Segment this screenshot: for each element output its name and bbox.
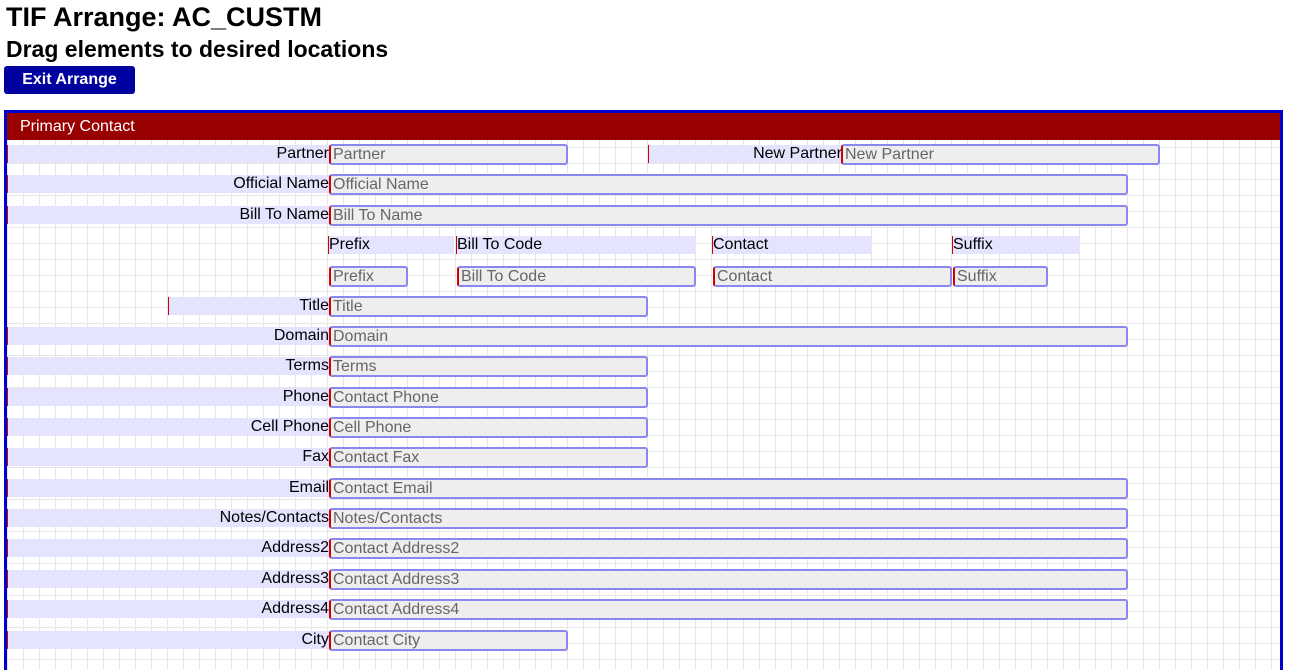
email-label[interactable]: Email bbox=[7, 479, 329, 497]
contact-label[interactable]: Contact bbox=[712, 236, 872, 254]
title-input[interactable] bbox=[329, 296, 648, 317]
page-subtitle: Drag elements to desired locations bbox=[6, 36, 389, 62]
address3-input[interactable] bbox=[329, 569, 1128, 590]
contact-input[interactable] bbox=[713, 266, 952, 287]
page-title: TIF Arrange: AC_CUSTM bbox=[6, 2, 323, 32]
bill-to-code-input[interactable] bbox=[457, 266, 696, 287]
suffix-input[interactable] bbox=[953, 266, 1048, 287]
bill-to-name-input[interactable] bbox=[329, 205, 1128, 226]
terms-label[interactable]: Terms bbox=[7, 357, 329, 375]
city-input[interactable] bbox=[329, 630, 568, 651]
fax-label[interactable]: Fax bbox=[7, 448, 329, 466]
cell-phone-label[interactable]: Cell Phone bbox=[7, 418, 329, 436]
email-input[interactable] bbox=[329, 478, 1128, 499]
address3-label[interactable]: Address3 bbox=[7, 570, 329, 588]
section-header: Primary Contact bbox=[7, 113, 1280, 140]
address4-input[interactable] bbox=[329, 599, 1128, 620]
domain-input[interactable] bbox=[329, 326, 1128, 347]
address4-label[interactable]: Address4 bbox=[7, 600, 329, 618]
prefix-input[interactable] bbox=[329, 266, 408, 287]
title-label[interactable]: Title bbox=[168, 297, 329, 315]
bill-to-name-label[interactable]: Bill To Name bbox=[7, 206, 329, 224]
suffix-label[interactable]: Suffix bbox=[952, 236, 1080, 254]
partner-input[interactable] bbox=[329, 144, 568, 165]
bill-to-code-label[interactable]: Bill To Code bbox=[456, 236, 696, 254]
prefix-label[interactable]: Prefix bbox=[328, 236, 454, 254]
official-name-input[interactable] bbox=[329, 174, 1128, 195]
notes-contacts-label[interactable]: Notes/Contacts bbox=[7, 509, 329, 527]
domain-label[interactable]: Domain bbox=[7, 327, 329, 345]
terms-input[interactable] bbox=[329, 356, 648, 377]
new-partner-input[interactable] bbox=[841, 144, 1160, 165]
arrange-panel: Primary Contact Partner New Partner Offi… bbox=[4, 110, 1283, 670]
partner-label[interactable]: Partner bbox=[7, 145, 329, 163]
cell-phone-input[interactable] bbox=[329, 417, 648, 438]
exit-arrange-button[interactable]: Exit Arrange bbox=[4, 66, 135, 94]
new-partner-label[interactable]: New Partner bbox=[648, 145, 842, 163]
city-label[interactable]: City bbox=[7, 631, 329, 649]
phone-label[interactable]: Phone bbox=[7, 388, 329, 406]
notes-contacts-input[interactable] bbox=[329, 508, 1128, 529]
address2-label[interactable]: Address2 bbox=[7, 539, 329, 557]
official-name-label[interactable]: Official Name bbox=[7, 175, 329, 193]
phone-input[interactable] bbox=[329, 387, 648, 408]
fax-input[interactable] bbox=[329, 447, 648, 468]
address2-input[interactable] bbox=[329, 538, 1128, 559]
